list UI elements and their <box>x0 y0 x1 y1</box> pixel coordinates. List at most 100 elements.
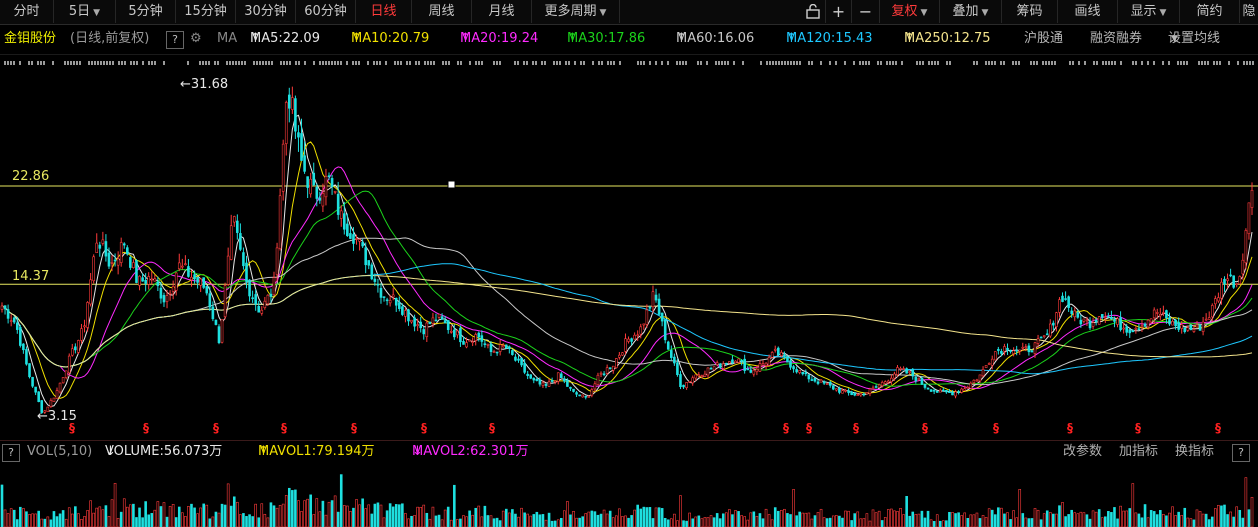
volume-bar <box>776 510 780 527</box>
draw-line-button[interactable]: 画线 <box>1058 0 1118 23</box>
link-margin[interactable]: 融资融券 <box>1090 28 1142 50</box>
period-5day[interactable]: 5日 ▼ <box>54 0 116 23</box>
candle-body <box>544 383 548 386</box>
info-dot <box>718 61 720 65</box>
candle-body <box>1134 327 1138 330</box>
volume-bar <box>339 474 343 527</box>
candle-body <box>960 388 963 393</box>
volume-bar <box>474 507 478 527</box>
moving-average-lines <box>1 114 1253 408</box>
settings-gear-icon[interactable]: ⚙ <box>190 28 202 50</box>
volume-bar <box>77 513 80 527</box>
candle-body <box>122 243 126 246</box>
volume-bar <box>126 506 129 527</box>
candle-body <box>1241 259 1245 275</box>
simple-button[interactable]: 简约 <box>1180 0 1240 23</box>
candle-body <box>1027 345 1031 353</box>
candle-body <box>868 388 872 394</box>
info-dot <box>775 61 777 65</box>
period-5min[interactable]: 5分钟 <box>116 0 176 23</box>
volume-bar <box>1235 506 1239 527</box>
volume-bar <box>449 519 453 527</box>
info-dot <box>262 61 264 65</box>
volume-bar <box>239 514 242 527</box>
fuquan-button[interactable]: 复权 ▼ <box>880 0 940 23</box>
volume-bar <box>764 508 768 527</box>
volume-bar <box>55 516 59 527</box>
info-dot <box>544 61 546 65</box>
candle-body <box>611 365 615 371</box>
candle-body <box>1094 319 1098 322</box>
candle-body <box>199 278 202 286</box>
display-button[interactable]: 显示 ▼ <box>1118 0 1180 23</box>
chips-button[interactable]: 筹码 <box>1002 0 1058 23</box>
volume-chart[interactable] <box>0 463 1258 527</box>
info-dot <box>265 61 267 65</box>
info-dot <box>706 61 708 65</box>
volume-bar <box>932 521 936 527</box>
volume-bar <box>315 498 319 527</box>
volume-bar <box>975 512 979 527</box>
info-dot <box>928 61 930 65</box>
period-more[interactable]: 更多周期 ▼ <box>532 0 620 23</box>
candle-body <box>107 252 111 267</box>
price-chart[interactable]: 22.86 14.37 ←31.68 ←3.15 § § § § § § § § § § § § § § §… <box>0 70 1258 440</box>
candle-body <box>1091 322 1095 327</box>
volume-bar <box>58 513 62 527</box>
period-toolbar: 分时 5日 ▼ 5分钟 15分钟 30分钟 60分钟 日线 周线 月线 更多周期 ▼… <box>0 0 1258 25</box>
info-dot <box>328 61 330 65</box>
volume-bar <box>492 518 496 527</box>
sign-marker: § <box>489 421 495 435</box>
candle-body <box>333 190 337 193</box>
volume-bar <box>526 513 529 527</box>
candle-body <box>352 234 355 244</box>
volume-bar <box>1085 514 1089 527</box>
candle-body <box>1250 190 1254 208</box>
volume-bar <box>887 509 890 527</box>
volume-bar <box>168 506 172 527</box>
unlock-icon[interactable] <box>800 0 826 23</box>
period-30min[interactable]: 30分钟 <box>236 0 296 23</box>
candle-body <box>1012 350 1015 354</box>
period-monthly[interactable]: 月线 <box>472 0 532 23</box>
period-weekly[interactable]: 周线 <box>412 0 472 23</box>
period-60min[interactable]: 60分钟 <box>296 0 356 23</box>
volume-bar <box>394 504 398 527</box>
info-dot <box>637 61 639 65</box>
candle-body <box>770 352 774 358</box>
candle-body <box>981 369 985 377</box>
candle-body <box>563 378 566 382</box>
switch-indicator-button[interactable]: 换指标 <box>1175 441 1214 463</box>
zoom-out-icon[interactable]: − <box>852 0 880 23</box>
overlay-button[interactable]: 叠加 ▼ <box>940 0 1002 23</box>
candle-body <box>1122 327 1125 330</box>
info-dot <box>52 61 54 65</box>
link-hk-connect[interactable]: 沪股通 <box>1024 28 1063 50</box>
info-dot <box>1048 61 1050 65</box>
volume-bar <box>709 515 713 527</box>
add-indicator-button[interactable]: 加指标 <box>1119 441 1158 463</box>
info-dot <box>1114 61 1116 65</box>
candle-body <box>254 294 257 305</box>
candle-body <box>474 334 478 341</box>
candle-body <box>181 265 184 268</box>
info-dot <box>1249 61 1251 65</box>
volume-bar <box>789 514 792 527</box>
candle-body <box>22 343 25 351</box>
period-fenshi[interactable]: 分时 <box>0 0 54 23</box>
info-dot <box>853 61 855 65</box>
edit-params-button[interactable]: 改参数 <box>1063 441 1102 463</box>
period-15min[interactable]: 15分钟 <box>176 0 236 23</box>
candle-body <box>1174 319 1177 327</box>
volume-bar <box>1128 508 1132 527</box>
candle-body <box>761 363 765 366</box>
volume-bar <box>229 505 233 527</box>
hide-button[interactable]: 隐 <box>1240 0 1258 23</box>
period-daily[interactable]: 日线 <box>356 0 412 23</box>
candle-body <box>932 389 936 392</box>
volume-bar <box>969 514 973 527</box>
info-dot <box>919 61 921 65</box>
volume-bar <box>1183 507 1187 527</box>
zoom-in-icon[interactable]: + <box>826 0 852 23</box>
info-dot <box>358 61 360 65</box>
